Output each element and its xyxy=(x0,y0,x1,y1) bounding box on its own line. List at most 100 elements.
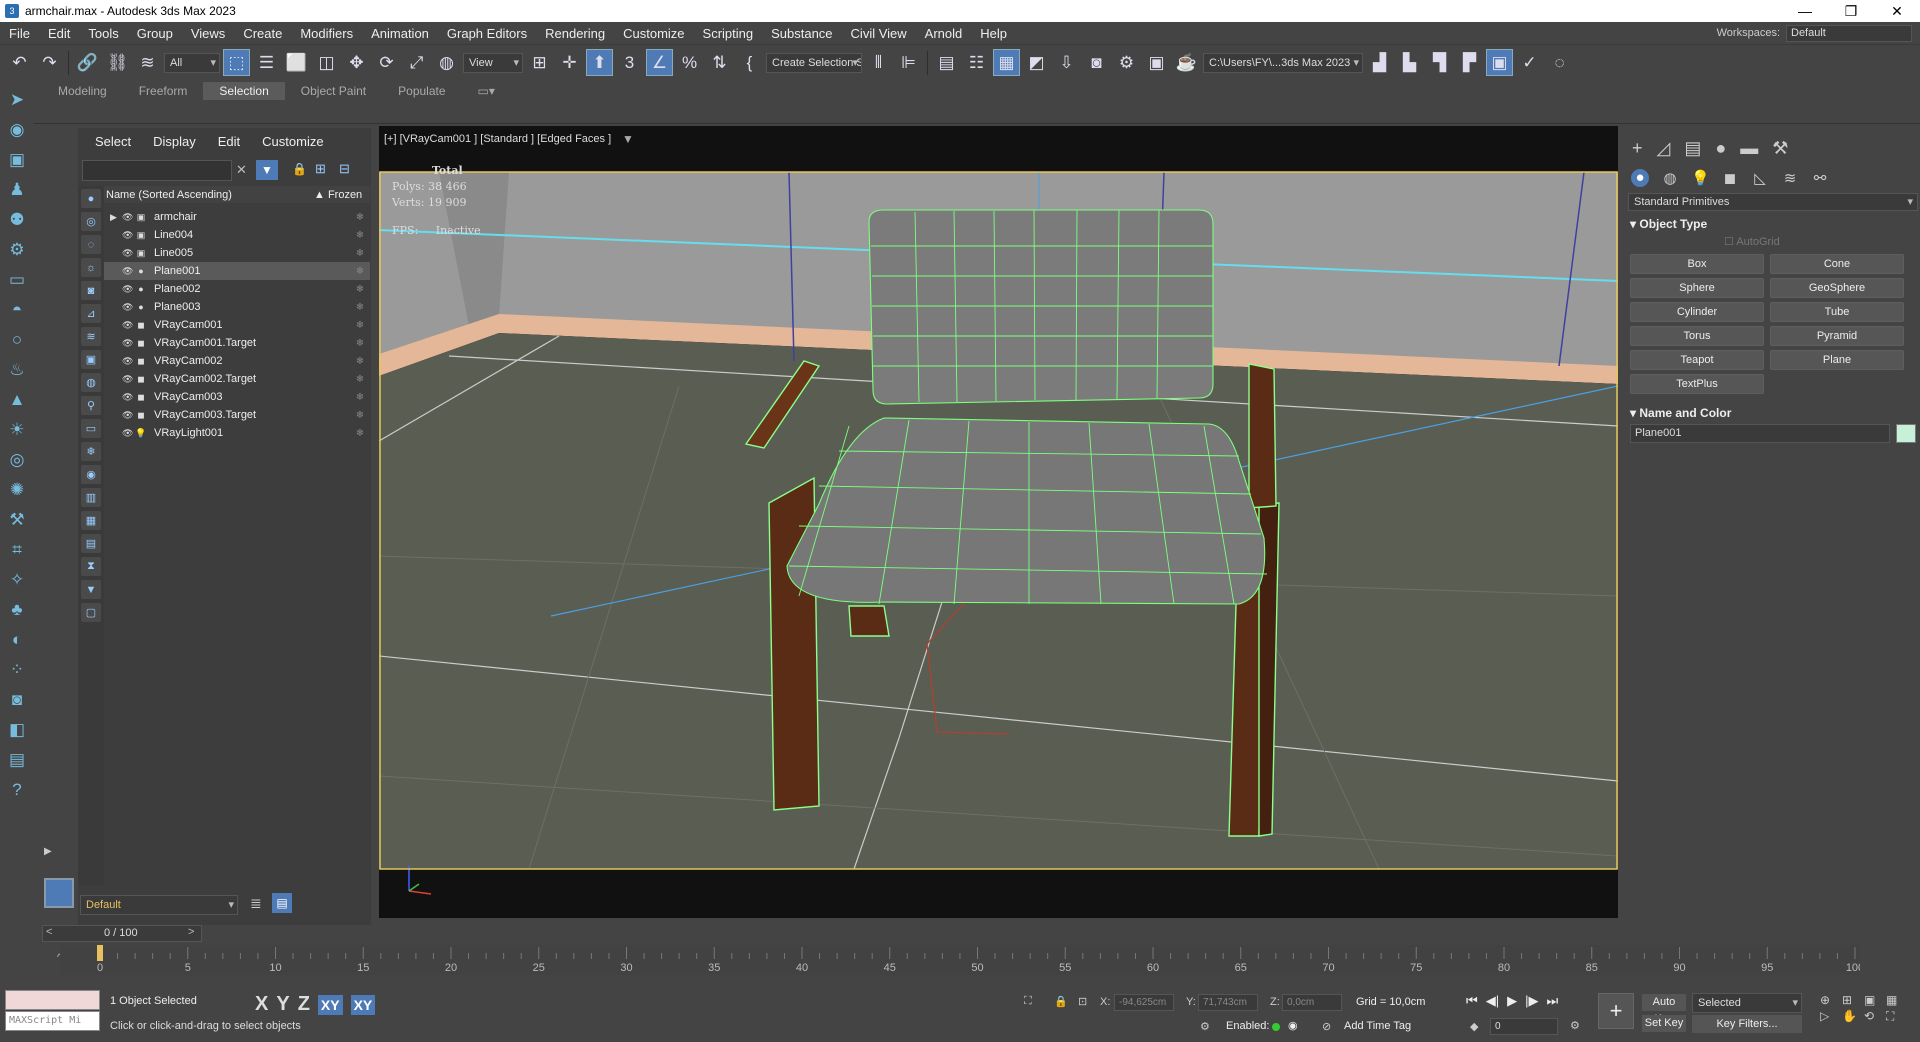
table-row[interactable]: ▶ 👁 ▣ armchair ❄ xyxy=(104,208,370,226)
display-notes-icon[interactable]: ▤ xyxy=(81,534,101,553)
next-frame-icon[interactable]: > xyxy=(188,926,194,938)
pivot-center-icon[interactable]: ⊞ xyxy=(526,49,553,76)
window-crossing-icon[interactable]: ◫ xyxy=(313,49,340,76)
tab-modeling[interactable]: Modeling xyxy=(42,82,123,100)
render-icon[interactable]: ☕ xyxy=(1173,49,1200,76)
auto-key-button[interactable]: Auto Key xyxy=(1642,994,1686,1025)
schematic-view-icon[interactable]: ⇩ xyxy=(1053,49,1080,76)
zoom-extents-all-icon[interactable]: ▦ xyxy=(1886,993,1908,1007)
motion-tab-icon[interactable]: ● xyxy=(1715,138,1726,159)
invert-filter-icon[interactable]: ⧗ xyxy=(81,557,101,576)
sphere-icon[interactable]: ○ xyxy=(2,326,32,354)
prev-key-icon[interactable]: ◀| xyxy=(1486,993,1499,1009)
globe-icon[interactable]: ◐ xyxy=(2,626,32,654)
menu-scripting[interactable]: Scripting xyxy=(694,26,763,41)
snowflake-icon[interactable]: ❄ xyxy=(350,230,370,241)
timeline-track[interactable]: 0 5 10 15 20 25 30 35 40 45 50 55 60 65 70 75 80 85 90 95 10… xyxy=(60,945,1864,975)
shapes-icon[interactable]: ◍ xyxy=(1661,169,1679,187)
tab-freeform[interactable]: Freeform xyxy=(123,82,204,100)
menu-display[interactable]: Display xyxy=(142,134,207,149)
table-row[interactable]: 👁 ▣ Line005 ❄ xyxy=(104,244,370,262)
geometry-filter-icon[interactable]: ◎ xyxy=(81,212,101,231)
move-icon[interactable]: ✥ xyxy=(343,49,370,76)
axis-z-button[interactable]: Z xyxy=(298,993,310,1016)
play-icon[interactable]: ▶ xyxy=(1507,993,1517,1009)
filter-icon[interactable]: ▼ xyxy=(256,160,278,180)
hierarchy-view-icon[interactable]: ⊞ xyxy=(315,161,326,177)
edit-named-selection-icon[interactable]: { xyxy=(736,49,763,76)
undo-icon[interactable]: ↶ xyxy=(6,49,33,76)
column-name-header[interactable]: Name (Sorted Ascending) xyxy=(106,189,314,201)
y-coordinate-field[interactable]: 71,743cm xyxy=(1198,994,1258,1011)
tag-icon[interactable]: ⊘ xyxy=(1322,1020,1331,1033)
reference-coordinate-dropdown[interactable]: View xyxy=(463,52,523,73)
display-icon[interactable]: ⚙ xyxy=(2,236,32,264)
table-row[interactable]: 👁 ◼ VRayCam003 ❄ xyxy=(104,388,370,406)
menu-civil-view[interactable]: Civil View xyxy=(842,26,916,41)
curve-editor-icon[interactable]: ◩ xyxy=(1023,49,1050,76)
arnold-icon[interactable]: ◌ xyxy=(1546,49,1573,76)
align-icon[interactable]: ⊫ xyxy=(895,49,922,76)
modify-tab-icon[interactable]: ◿ xyxy=(1657,138,1671,159)
snowflake-icon[interactable]: ❄ xyxy=(350,212,370,223)
restore-icon[interactable]: ❐ xyxy=(1828,3,1874,20)
layer-view-icon[interactable]: ⊟ xyxy=(339,161,350,177)
key-filters-button[interactable]: Key Filters... xyxy=(1692,1015,1802,1033)
material-editor-icon[interactable]: ◙ xyxy=(1083,49,1110,76)
torus-button[interactable]: Torus xyxy=(1630,326,1764,346)
keyboard-shortcut-override-icon[interactable]: ⬆ xyxy=(586,49,613,76)
eye-icon[interactable]: 👁 xyxy=(122,230,134,241)
go-to-start-icon[interactable]: ⏮ xyxy=(1466,993,1478,1009)
display-children-icon[interactable]: ▥ xyxy=(81,488,101,507)
layers-icon[interactable]: ≣ xyxy=(250,895,262,912)
menu-graph-editors[interactable]: Graph Editors xyxy=(438,26,536,41)
tube-button[interactable]: Tube xyxy=(1770,302,1904,322)
menu-create[interactable]: Create xyxy=(234,26,291,41)
textplus-button[interactable]: TextPlus xyxy=(1630,374,1764,394)
table-row[interactable]: 👁 ◼ VRayCam002.Target ❄ xyxy=(104,370,370,388)
light-icon[interactable]: ☀ xyxy=(2,416,32,444)
menu-edit[interactable]: Edit xyxy=(207,134,251,149)
rotate-icon[interactable]: ⟳ xyxy=(373,49,400,76)
eye-icon[interactable]: 👁 xyxy=(122,266,134,277)
eye-icon[interactable]: 👁 xyxy=(122,284,134,295)
snowflake-icon[interactable]: ❄ xyxy=(350,410,370,421)
utilities-tab-icon[interactable]: ⚒ xyxy=(1772,138,1788,159)
maxscript-input[interactable]: MAXScript Mi xyxy=(5,1011,100,1031)
axis-xy-plane-button[interactable]: XY xyxy=(350,994,376,1015)
next-key-icon[interactable]: |▶ xyxy=(1525,993,1538,1009)
menu-tools[interactable]: Tools xyxy=(79,26,127,41)
pointer-icon[interactable]: ➤ xyxy=(2,86,32,114)
rendered-frame-window-icon[interactable]: ▣ xyxy=(1143,49,1170,76)
sphere-button[interactable]: Sphere xyxy=(1630,278,1764,298)
lights-icon[interactable]: 💡 xyxy=(1691,169,1710,187)
funnel-icon[interactable]: ▼ xyxy=(81,580,101,599)
redo-icon[interactable]: ↷ xyxy=(36,49,63,76)
table-row[interactable]: 👁 💡 VRayLight001 ❄ xyxy=(104,424,370,442)
table-row[interactable]: 👁 ◼ VRayCam003.Target ❄ xyxy=(104,406,370,424)
document-icon[interactable]: ▤ xyxy=(2,746,32,774)
snowflake-icon[interactable]: ❄ xyxy=(350,392,370,403)
clear-search-icon[interactable]: ✕ xyxy=(236,162,247,178)
eye-icon[interactable]: 👁 xyxy=(122,374,134,385)
containers-filter-icon[interactable]: ▭ xyxy=(81,419,101,438)
named-selection-dropdown[interactable]: Create Selection Se xyxy=(766,52,862,73)
menu-select[interactable]: Select xyxy=(84,134,142,149)
menu-file[interactable]: File xyxy=(0,26,39,41)
systems-icon[interactable]: ⚯ xyxy=(1811,169,1829,187)
groups-filter-icon[interactable]: ▣ xyxy=(81,350,101,369)
viewport-label[interactable]: [+] [VRayCam001 ] [Standard ] [Edged Fac… xyxy=(384,133,611,145)
time-config-icon[interactable]: ◉ xyxy=(1288,1019,1298,1032)
percent-snap-icon[interactable]: % xyxy=(676,49,703,76)
lights-filter-icon[interactable]: ☼ xyxy=(81,258,101,277)
eye-icon[interactable]: 👁 xyxy=(122,392,134,403)
axis-xy-button[interactable]: XY xyxy=(317,994,343,1015)
eye-icon[interactable]: 👁 xyxy=(122,410,134,421)
camera-icon[interactable]: ◙ xyxy=(2,686,32,714)
eye-icon[interactable]: 👁 xyxy=(122,212,134,223)
helpers-filter-icon[interactable]: ⊿ xyxy=(81,304,101,323)
current-frame-marker[interactable] xyxy=(97,945,103,961)
create-icon[interactable]: ◉ xyxy=(2,116,32,144)
object-color-swatch[interactable] xyxy=(1896,424,1916,443)
z-coordinate-field[interactable]: 0,0cm xyxy=(1282,994,1342,1011)
